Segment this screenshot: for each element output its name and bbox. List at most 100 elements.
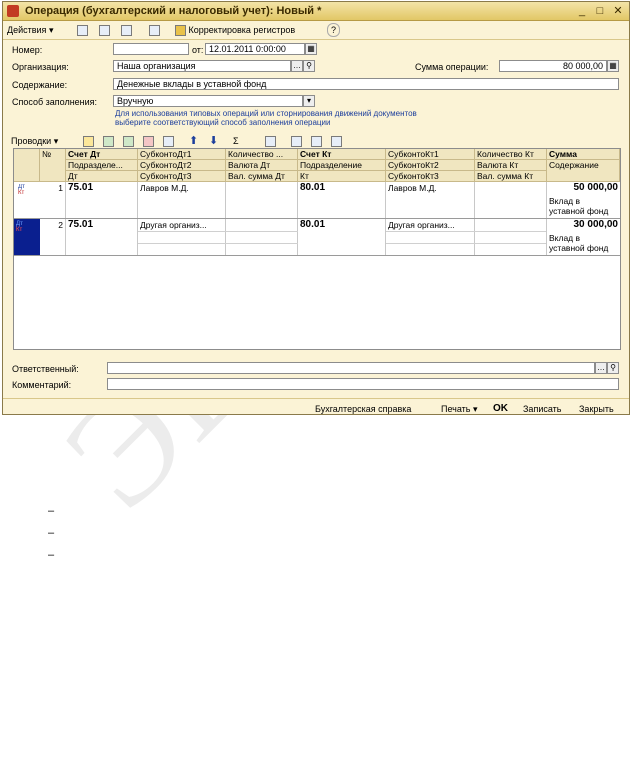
row-sum[interactable]: 50 000,00 xyxy=(547,183,620,193)
sum-label: Сумма операции: xyxy=(415,62,489,72)
fill-method-label: Способ заполнения: xyxy=(12,97,98,107)
header-dt-qty[interactable]: Количество ... xyxy=(226,149,298,160)
content-field[interactable]: Денежные вклады в уставной фонд xyxy=(113,78,619,90)
chevron-down-icon[interactable]: ▾ xyxy=(303,95,315,107)
copy-icon[interactable] xyxy=(99,23,110,37)
row-dt-sub1[interactable]: Лавров М.Д. xyxy=(138,183,226,193)
content-label: Содержание: xyxy=(12,80,68,90)
entry-icon: Дт Кт xyxy=(14,219,40,255)
select-org-icon[interactable]: … xyxy=(291,60,303,72)
add-icon[interactable] xyxy=(77,23,88,37)
header-kt-currency[interactable]: Валюта Кт xyxy=(475,160,547,171)
minimize-icon[interactable]: _ xyxy=(575,4,589,18)
header-kt-sub1[interactable]: СубконтоКт1 xyxy=(386,149,475,160)
save-button[interactable]: Записать xyxy=(523,402,561,416)
window-title: Операция (бухгалтерский и налоговый учет… xyxy=(25,5,322,17)
header-sum[interactable]: Сумма xyxy=(547,149,620,160)
header-kt-sub2[interactable]: СубконтоКт2 xyxy=(386,160,475,171)
row-kt-account[interactable]: 80.01 xyxy=(298,220,386,230)
header-dt-sub3[interactable]: СубконтоДт3 xyxy=(138,171,226,182)
entries-table: № Счет Дт СубконтоДт1 Количество ... Сче… xyxy=(13,148,621,350)
header-dt-account[interactable]: Счет Дт xyxy=(66,149,138,160)
actions-menu[interactable]: Действия ▾ xyxy=(7,23,53,37)
search-org-icon[interactable]: ⚲ xyxy=(303,60,315,72)
edit-row-icon[interactable] xyxy=(123,134,134,148)
fill-icon[interactable] xyxy=(291,134,302,148)
number-field[interactable] xyxy=(113,43,189,55)
header-corner xyxy=(14,149,40,182)
header-dt-sub1[interactable]: СубконтоДт1 xyxy=(138,149,226,160)
close-button[interactable]: Закрыть xyxy=(579,402,614,416)
header-dt-currency[interactable]: Валюта Дт xyxy=(226,160,298,171)
org-label: Организация: xyxy=(12,62,69,72)
copy-row-icon[interactable] xyxy=(103,134,114,148)
header-content[interactable]: Содержание xyxy=(547,160,620,182)
header-dt-tag[interactable]: Дт xyxy=(66,171,138,182)
fill-method-select[interactable]: Вручную xyxy=(113,95,303,107)
row-sum[interactable]: 30 000,00 xyxy=(547,220,620,230)
row-dt-sub1[interactable]: Другая организ... xyxy=(138,220,226,230)
settings-icon[interactable] xyxy=(311,134,322,148)
number-label: Номер: xyxy=(12,45,43,55)
refresh-icon[interactable] xyxy=(265,134,276,148)
select-responsible-icon[interactable]: … xyxy=(595,362,607,374)
header-kt-tag[interactable]: Кт xyxy=(298,171,386,182)
from-label: от: xyxy=(192,45,204,55)
header-kt-account[interactable]: Счет Кт xyxy=(298,149,386,160)
row-kt-sub1[interactable]: Лавров М.Д. xyxy=(386,183,475,193)
header-kt-dept[interactable]: Подразделение xyxy=(298,160,386,171)
date-field[interactable]: 12.01.2011 0:00:00 xyxy=(205,43,305,55)
report-button[interactable]: Бухгалтерская справка xyxy=(315,402,411,416)
responsible-label: Ответственный: xyxy=(12,364,79,374)
row-content-line2: уставной фонд xyxy=(549,243,609,253)
row-num: 2 xyxy=(58,220,63,230)
row-kt-account[interactable]: 80.01 xyxy=(298,183,386,193)
comment-field[interactable] xyxy=(107,378,619,390)
search-responsible-icon[interactable]: ⚲ xyxy=(607,362,619,374)
end-edit-icon[interactable] xyxy=(163,134,174,148)
print-menu[interactable]: Печать ▾ xyxy=(441,402,478,416)
app-icon xyxy=(7,5,19,17)
maximize-icon[interactable]: □ xyxy=(593,4,607,18)
registers-button[interactable]: Корректировка регистров xyxy=(175,23,295,37)
header-kt-currency-sum[interactable]: Вал. сумма Кт xyxy=(475,171,547,182)
row-content[interactable]: Вклад в xyxy=(547,233,620,243)
help-button[interactable]: ? xyxy=(327,23,341,37)
main-toolbar: Действия ▾ Корректировка регистров ? xyxy=(3,21,629,40)
row-num: 1 xyxy=(58,183,63,193)
header-kt-sub3[interactable]: СубконтоКт3 xyxy=(386,171,475,182)
entries-menu[interactable]: Проводки ▾ xyxy=(11,134,58,148)
calculator-icon[interactable]: ▦ xyxy=(607,60,619,72)
sum-icon[interactable]: Σ xyxy=(233,134,239,148)
header-kt-qty[interactable]: Количество Кт xyxy=(475,149,547,160)
bottom-bar: Бухгалтерская справка Печать ▾ OK Записа… xyxy=(3,398,629,415)
structure-icon[interactable] xyxy=(149,23,160,37)
sum-field[interactable]: 80 000,00 xyxy=(499,60,607,72)
title-bar: Операция (бухгалтерский и налоговый учет… xyxy=(3,2,629,21)
row-kt-sub1[interactable]: Другая организ... xyxy=(386,220,475,230)
move-icon[interactable] xyxy=(121,23,132,37)
row-dt-account[interactable]: 75.01 xyxy=(66,220,138,230)
comment-label: Комментарий: xyxy=(12,380,72,390)
header-num[interactable]: № xyxy=(40,149,66,182)
row-content[interactable]: Вклад в xyxy=(547,196,620,206)
operation-window: Операция (бухгалтерский и налоговый учет… xyxy=(2,1,630,415)
list-dash: – xyxy=(48,505,55,517)
ok-button[interactable]: OK xyxy=(493,402,508,416)
header-dt-dept[interactable]: Подразделе... xyxy=(66,160,138,171)
move-up-icon[interactable]: ⬆ xyxy=(189,134,198,148)
header-dt-sub2[interactable]: СубконтоДт2 xyxy=(138,160,226,171)
responsible-field[interactable] xyxy=(107,362,595,374)
row-content-line2: уставной фонд xyxy=(549,206,609,216)
row-dt-account[interactable]: 75.01 xyxy=(66,183,138,193)
delete-row-icon[interactable] xyxy=(143,134,154,148)
move-down-icon[interactable]: ⬇ xyxy=(209,134,218,148)
close-icon[interactable]: ✕ xyxy=(611,4,625,18)
calendar-icon[interactable]: ▦ xyxy=(305,43,317,55)
columns-icon[interactable] xyxy=(331,134,342,148)
header-dt-currency-sum[interactable]: Вал. сумма Дт xyxy=(226,171,298,182)
org-field[interactable]: Наша организация xyxy=(113,60,291,72)
list-dash: – xyxy=(48,549,55,561)
add-row-icon[interactable] xyxy=(83,134,94,148)
list-dash: – xyxy=(48,527,55,539)
